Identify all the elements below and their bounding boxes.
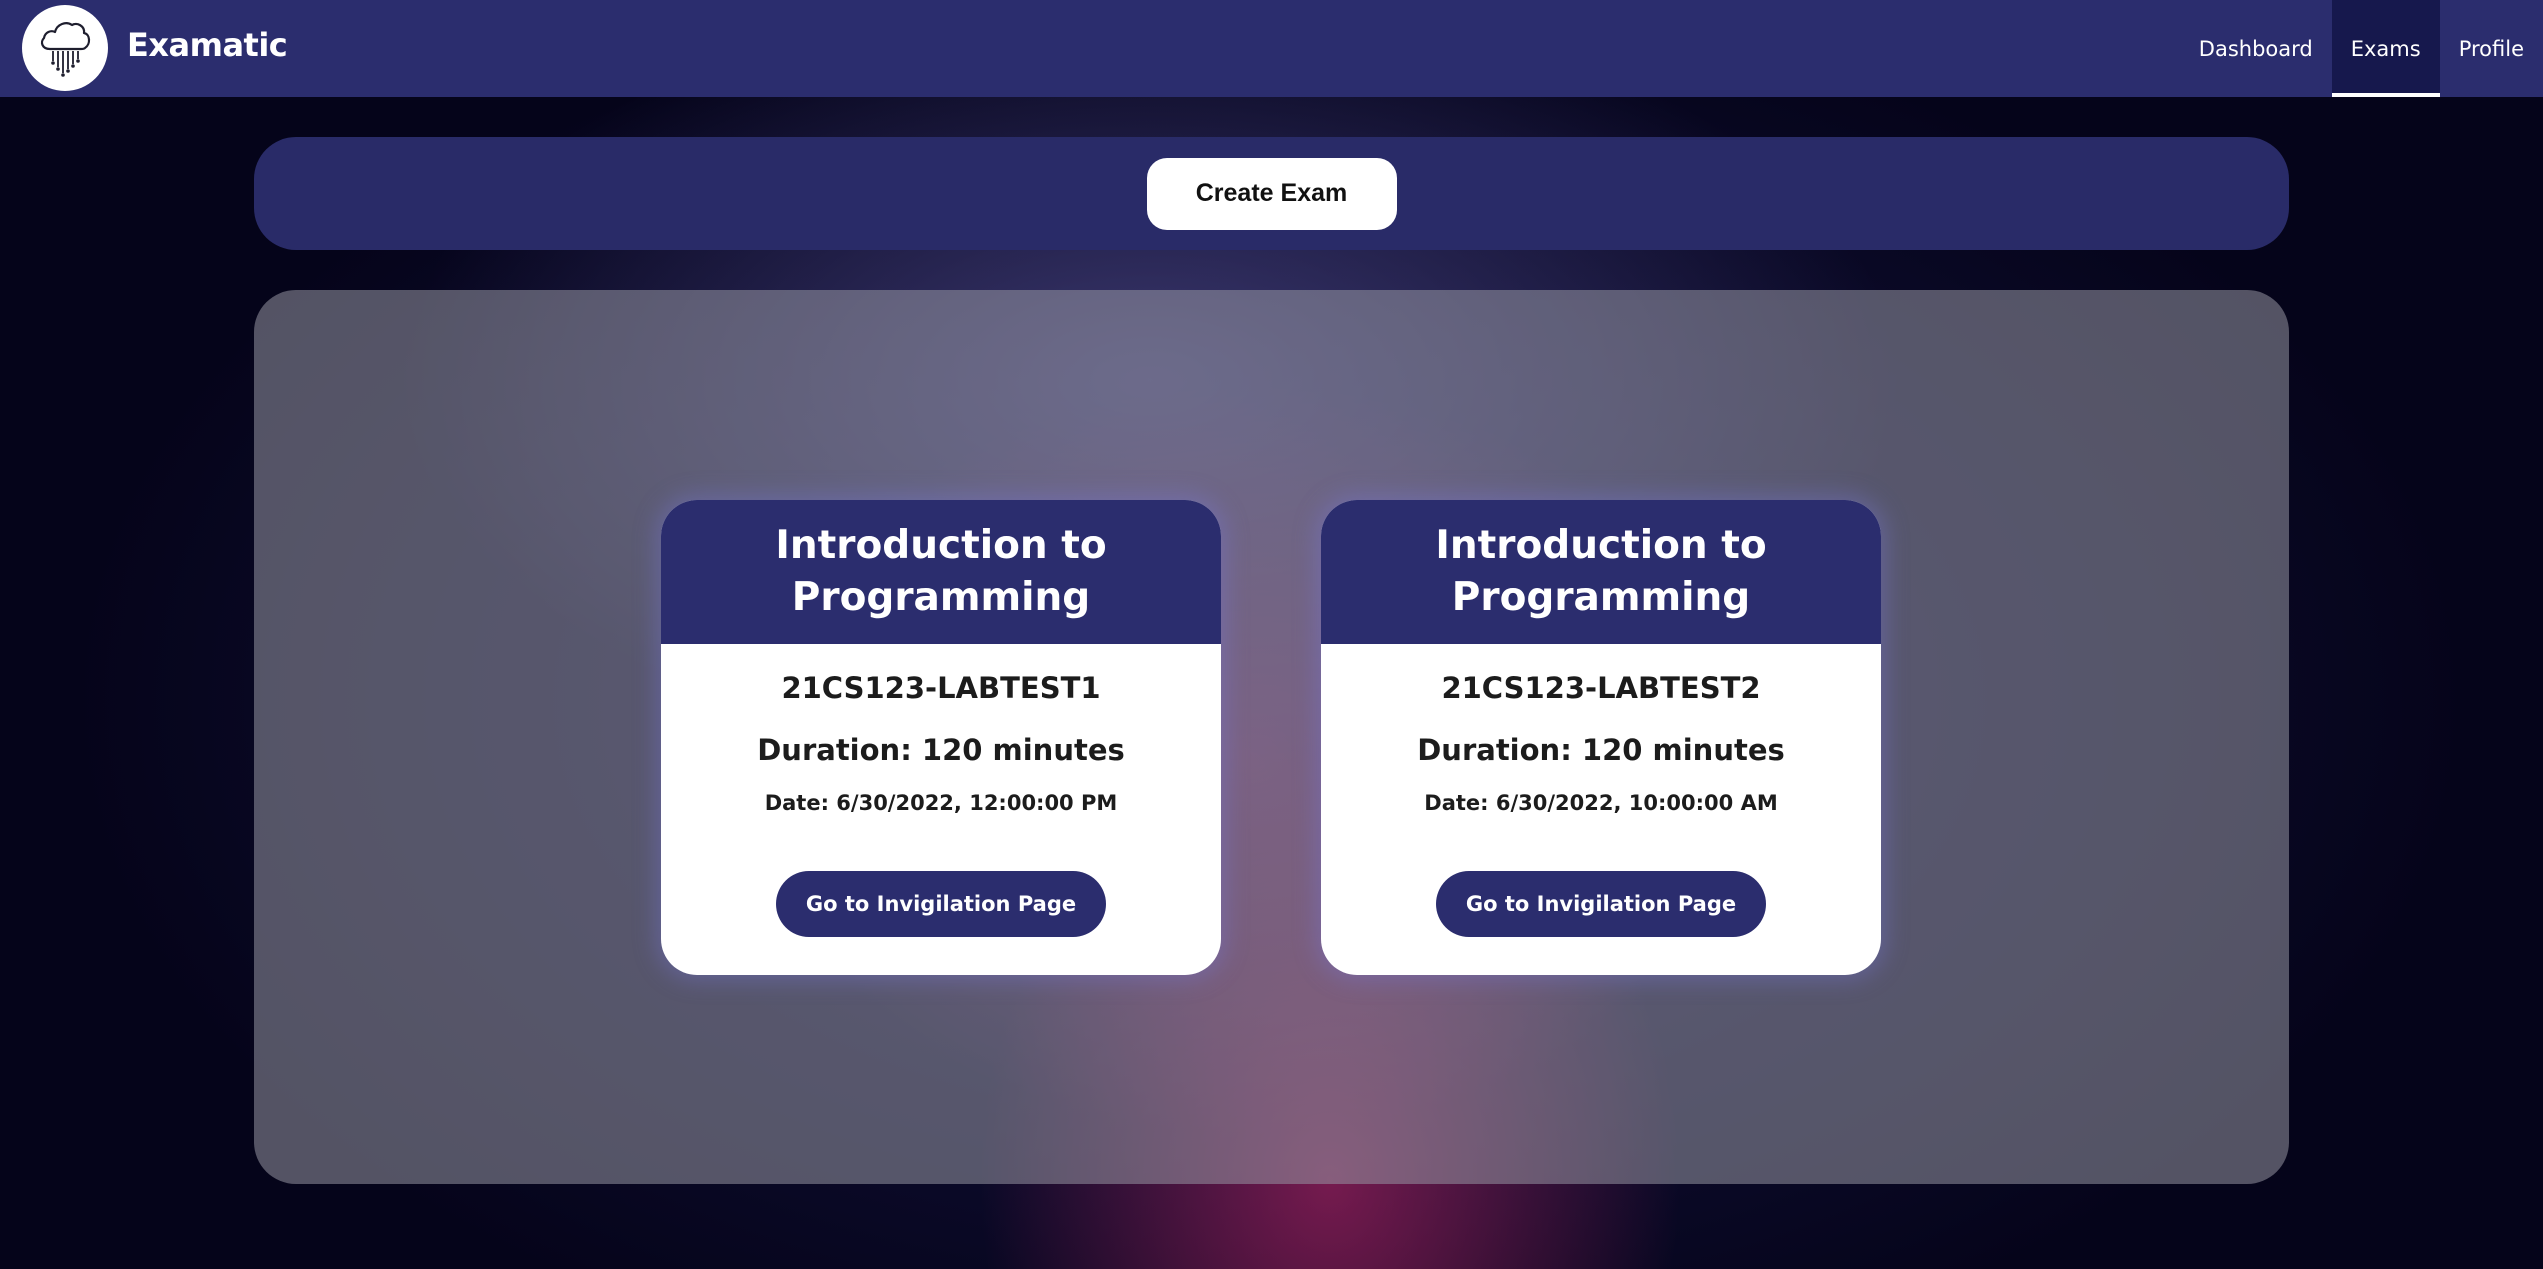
exam-card-body: 21CS123-LABTEST2 Duration: 120 minutes D… <box>1321 644 1881 937</box>
create-exam-button[interactable]: Create Exam <box>1146 157 1397 230</box>
exam-duration: Duration: 120 minutes <box>1417 733 1785 767</box>
exam-card: Introduction to Programming 21CS123-LABT… <box>1321 500 1881 975</box>
exam-title: Introduction to Programming <box>775 523 1107 620</box>
exams-panel: Introduction to Programming 21CS123-LABT… <box>254 290 2289 1184</box>
logo[interactable] <box>22 5 108 91</box>
exam-card-body: 21CS123-LABTEST1 Duration: 120 minutes D… <box>661 644 1221 937</box>
invigilation-button[interactable]: Go to Invigilation Page <box>775 871 1107 937</box>
exam-card-header: Introduction to Programming <box>1321 500 1881 644</box>
nav-link-profile[interactable]: Profile <box>2440 0 2543 97</box>
exam-date: Date: 6/30/2022, 12:00:00 PM <box>764 791 1118 815</box>
cloud-icon <box>40 22 91 77</box>
exam-title: Introduction to Programming <box>1435 523 1767 620</box>
exam-card: Introduction to Programming 21CS123-LABT… <box>661 500 1221 975</box>
nav-links: Dashboard Exams Profile <box>2180 0 2543 97</box>
nav-link-exams[interactable]: Exams <box>2331 0 2440 97</box>
exam-card-header: Introduction to Programming <box>661 500 1221 644</box>
create-exam-bar: Create Exam <box>254 137 2289 250</box>
exam-date: Date: 6/30/2022, 10:00:00 AM <box>1424 791 1778 815</box>
brand-name[interactable]: Examatic <box>127 26 288 64</box>
nav-link-dashboard[interactable]: Dashboard <box>2180 0 2332 97</box>
exam-code: 21CS123-LABTEST1 <box>781 671 1101 705</box>
exam-code: 21CS123-LABTEST2 <box>1441 671 1761 705</box>
exam-duration: Duration: 120 minutes <box>757 733 1125 767</box>
invigilation-button[interactable]: Go to Invigilation Page <box>1435 871 1767 937</box>
top-navbar: Examatic Dashboard Exams Profile <box>0 0 2543 97</box>
